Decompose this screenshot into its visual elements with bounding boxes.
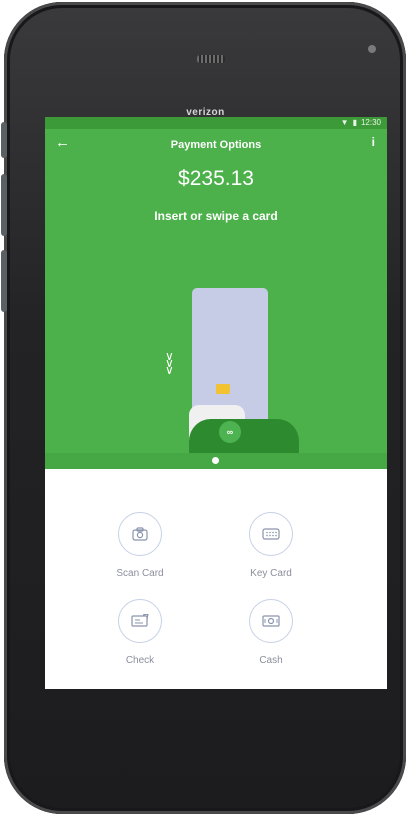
wifi-icon: ▼	[340, 118, 349, 127]
earpiece-speaker	[197, 55, 225, 63]
key-card-label: Key Card	[250, 568, 292, 579]
app-screen: ▼ ▮ 12:30 ← Payment Options i $235.13 In…	[45, 117, 387, 689]
page-title: Payment Options	[170, 139, 262, 151]
cash-option[interactable]: Cash	[231, 599, 311, 666]
pager-dot-active[interactable]	[212, 457, 219, 464]
card-chip	[216, 384, 230, 394]
key-card-option[interactable]: Key Card	[231, 512, 311, 579]
check-option[interactable]: Check	[100, 599, 180, 666]
reader-logo-icon: ∞	[219, 421, 241, 443]
camera-icon	[118, 512, 162, 556]
volume-button	[1, 174, 7, 236]
volume-button	[1, 250, 7, 312]
scan-card-option[interactable]: Scan Card	[100, 512, 180, 579]
payment-amount: $235.13	[178, 167, 254, 190]
payment-instruction: Insert or swipe a card	[154, 209, 278, 223]
cash-icon	[249, 599, 293, 643]
status-icons: ▼ ▮ 12:30	[341, 118, 381, 127]
keypad-icon	[249, 512, 293, 556]
card-reader-base	[189, 419, 299, 455]
check-icon	[118, 599, 162, 643]
side-button	[1, 122, 7, 158]
status-bar: ▼ ▮ 12:30	[45, 117, 387, 129]
scan-card-label: Scan Card	[116, 568, 164, 579]
check-label: Check	[125, 655, 155, 666]
battery-icon: ▮	[352, 118, 357, 127]
info-icon[interactable]: i	[372, 135, 375, 149]
chevrons-down-icon: ∨ ∨ ∨	[165, 349, 174, 377]
status-time: 12:30	[360, 118, 381, 127]
front-camera	[368, 45, 376, 53]
cash-label: Cash	[259, 655, 283, 666]
